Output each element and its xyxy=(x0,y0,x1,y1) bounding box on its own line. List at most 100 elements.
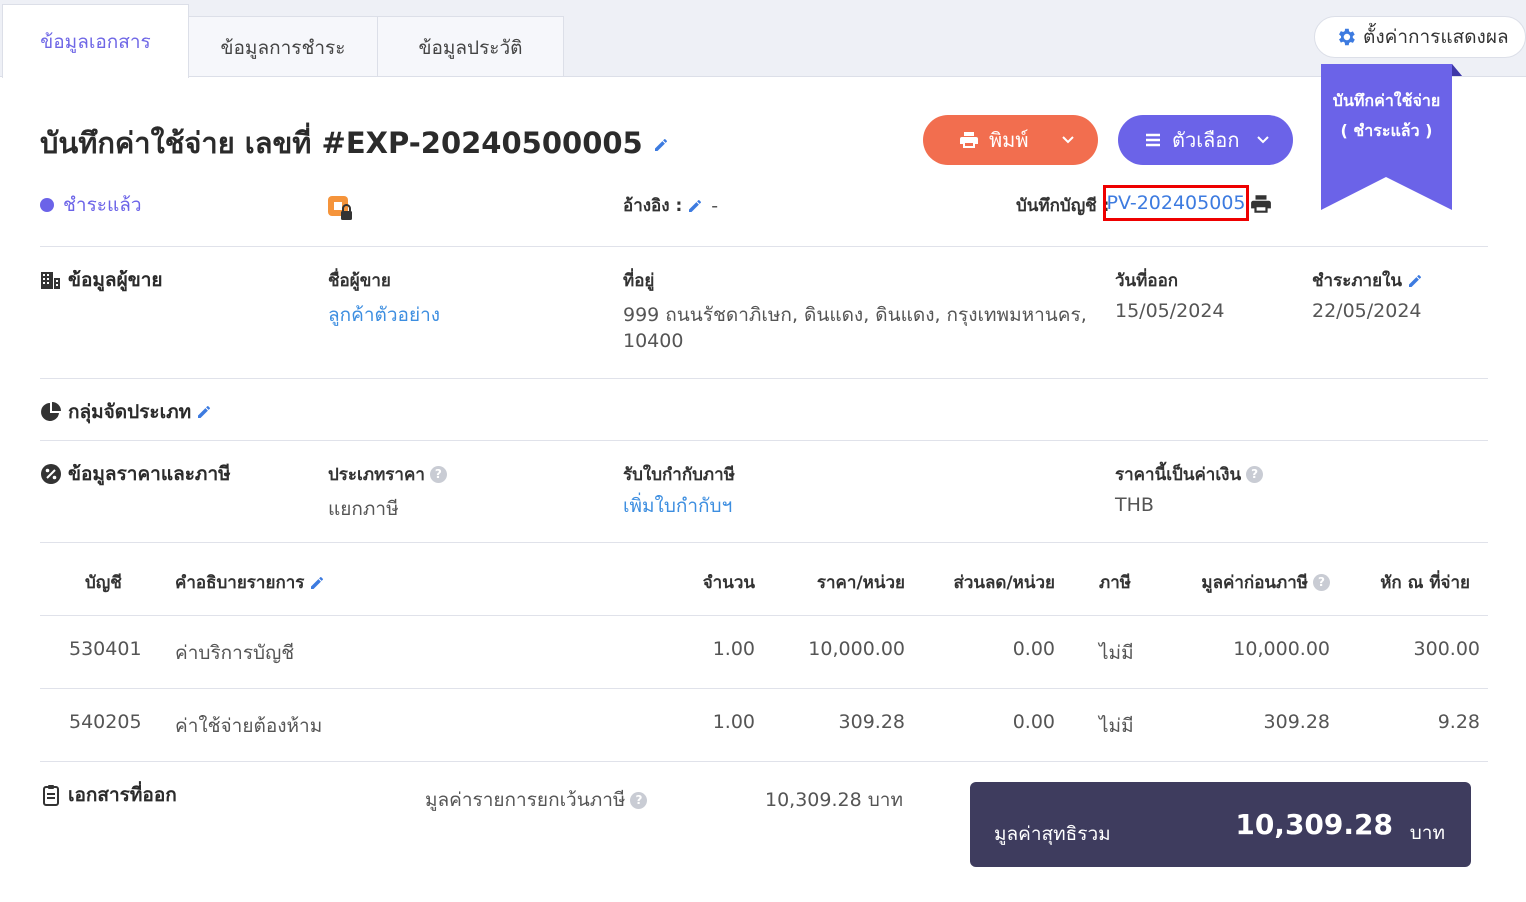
reference: อ้างอิง : - xyxy=(623,192,718,219)
help-icon[interactable]: ? xyxy=(630,791,648,809)
display-settings-button[interactable]: ตั้งค่าการแสดงผล xyxy=(1314,16,1526,58)
help-icon[interactable]: ? xyxy=(1246,466,1264,483)
options-label: ตัวเลือก xyxy=(1172,128,1240,152)
pricing-section-label: ข้อมูลราคาและภาษี xyxy=(68,463,231,485)
address-line-2: 10400 xyxy=(623,330,684,352)
row-discount: 0.00 xyxy=(1012,711,1055,733)
exempt-value: 10,309.28 บาท xyxy=(765,789,903,811)
printer-icon xyxy=(960,132,978,148)
address-line-1: 999 ถนนรัชดาภิเษก, ดินแดง, ดินแดง, กรุงเ… xyxy=(623,304,1087,326)
category-section-title: กลุ่มจัดประเภท xyxy=(40,397,218,427)
edit-icon[interactable] xyxy=(196,404,212,420)
percent-icon xyxy=(41,464,61,484)
col-qty: จำนวน xyxy=(702,573,755,593)
vendor-section-label: ข้อมูลผู้ขาย xyxy=(68,269,163,291)
divider xyxy=(40,440,1488,441)
edit-icon[interactable] xyxy=(687,198,703,214)
vendor-name-link[interactable]: ลูกค้าตัวอย่าง xyxy=(328,300,440,330)
status-dot xyxy=(40,198,54,212)
locked-document-icon xyxy=(328,196,352,220)
divider xyxy=(40,378,1488,379)
tab-history[interactable]: ข้อมูลประวัติ xyxy=(377,16,564,78)
net-total-value: 10,309.28 xyxy=(1235,808,1393,841)
divider xyxy=(40,542,1488,543)
col-account: บัญชี xyxy=(85,573,122,593)
status-badge: ชำระแล้ว xyxy=(40,190,142,220)
col-discount: ส่วนลด/หน่วย xyxy=(953,573,1055,593)
row-qty: 1.00 xyxy=(712,711,755,733)
display-settings-label: ตั้งค่าการแสดงผล xyxy=(1363,26,1509,48)
page-title-text: บันทึกค่าใช้จ่าย เลขที่ #EXP-20240500005 xyxy=(40,126,643,160)
edit-icon[interactable] xyxy=(1407,273,1423,289)
price-type-label: ประเภทราคา ? xyxy=(328,461,447,488)
gear-icon xyxy=(1339,28,1355,46)
exempt-label-text: มูลค่ารายการยกเว้นภาษี xyxy=(425,789,626,811)
row-price: 309.28 xyxy=(838,711,905,733)
currency-label-text: ราคานี้เป็นค่าเงิน xyxy=(1115,465,1242,485)
row-qty: 1.00 xyxy=(712,638,755,660)
col-description-text: คำอธิบายรายการ xyxy=(175,573,305,593)
row-tax: ไม่มี xyxy=(1099,715,1134,737)
divider xyxy=(40,688,1488,689)
col-description: คำอธิบายรายการ xyxy=(175,569,325,596)
col-pretax-text: มูลค่าก่อนภาษี xyxy=(1201,573,1308,593)
row-account: 530401 xyxy=(69,638,142,660)
category-section-label: กลุ่มจัดประเภท xyxy=(68,401,192,423)
divider xyxy=(40,246,1488,247)
status-ribbon: บันทึกค่าใช้จ่าย ( ชำระแล้ว ) xyxy=(1321,64,1462,210)
currency-value: THB xyxy=(1115,494,1154,516)
account-entry-link[interactable]: PV-202405005 xyxy=(1103,185,1249,221)
divider xyxy=(40,615,1488,616)
add-tax-invoice-link[interactable]: เพิ่มใบกำกับฯ xyxy=(623,491,732,521)
reference-label: อ้างอิง : xyxy=(623,196,683,216)
net-total-unit: บาท xyxy=(1409,822,1445,844)
issue-date-value: 15/05/2024 xyxy=(1115,300,1225,322)
vendor-name-label: ชื่อผู้ขาย xyxy=(328,271,391,291)
print-button[interactable]: พิมพ์ xyxy=(923,115,1098,165)
due-date-label-text: ชำระภายใน xyxy=(1312,271,1402,291)
options-button[interactable]: ตัวเลือก xyxy=(1118,115,1293,165)
chevron-down-icon xyxy=(1062,136,1074,144)
building-icon xyxy=(41,272,60,289)
net-total-label: มูลค่าสุทธิรวม xyxy=(994,823,1111,845)
tab-bar: ข้อมูลเอกสาร ข้อมูลการชำระ ข้อมูลประวัติ xyxy=(0,0,1526,78)
chevron-down-icon xyxy=(1257,136,1269,144)
page-title: บันทึกค่าใช้จ่าย เลขที่ #EXP-20240500005 xyxy=(40,120,669,166)
issued-docs-label: เอกสารที่ออก xyxy=(68,784,177,806)
due-date-label: ชำระภายใน xyxy=(1312,267,1423,294)
status-label: ชำระแล้ว xyxy=(63,194,142,216)
reference-value: - xyxy=(711,194,719,217)
row-description: ค่าใช้จ่ายต้องห้าม xyxy=(175,715,323,737)
price-type-value: แยกภาษี xyxy=(328,498,399,520)
edit-icon[interactable] xyxy=(309,575,325,591)
row-wht: 9.28 xyxy=(1437,711,1480,733)
divider xyxy=(40,761,1488,762)
row-wht: 300.00 xyxy=(1413,638,1480,660)
account-entry-label: บันทึกบัญชี : xyxy=(1016,196,1110,216)
clipboard-icon xyxy=(43,785,59,806)
row-discount: 0.00 xyxy=(1012,638,1055,660)
row-tax: ไม่มี xyxy=(1099,642,1134,664)
ribbon-line-2: ( ชำระแล้ว ) xyxy=(1340,121,1433,140)
pricing-section-title: ข้อมูลราคาและภาษี xyxy=(40,459,231,489)
price-type-label-text: ประเภทราคา xyxy=(328,465,425,485)
row-pretax: 309.28 xyxy=(1263,711,1330,733)
tax-invoice-label: รับใบกำกับภาษี xyxy=(623,465,735,485)
issued-docs-title: เอกสารที่ออก xyxy=(40,780,177,810)
pie-chart-icon xyxy=(41,402,61,421)
help-icon[interactable]: ? xyxy=(1313,574,1330,591)
row-price: 10,000.00 xyxy=(808,638,905,660)
col-tax: ภาษี xyxy=(1099,573,1131,593)
printer-icon[interactable] xyxy=(1250,193,1272,215)
tab-document-info[interactable]: ข้อมูลเอกสาร xyxy=(2,4,189,78)
row-pretax: 10,000.00 xyxy=(1233,638,1330,660)
edit-icon[interactable] xyxy=(653,137,669,153)
issue-date-label: วันที่ออก xyxy=(1115,271,1179,291)
due-date-value: 22/05/2024 xyxy=(1312,300,1422,322)
vendor-section-title: ข้อมูลผู้ขาย xyxy=(40,265,163,295)
row-description: ค่าบริการบัญชี xyxy=(175,642,295,664)
col-price: ราคา/หน่วย xyxy=(816,573,905,593)
currency-label: ราคานี้เป็นค่าเงิน ? xyxy=(1115,461,1264,488)
tab-payment-info[interactable]: ข้อมูลการชำระ xyxy=(188,16,378,78)
help-icon[interactable]: ? xyxy=(429,466,447,483)
